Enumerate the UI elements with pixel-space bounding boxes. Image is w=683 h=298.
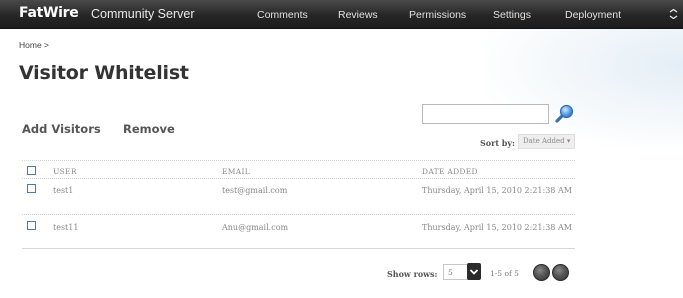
table-bottom-divider — [22, 248, 575, 249]
remove-button[interactable]: Remove — [123, 122, 175, 136]
table-top-divider — [22, 160, 575, 161]
rows-per-page-select[interactable]: 5 — [443, 264, 469, 280]
row-divider — [22, 214, 575, 215]
row-email: Anu@gmail.com — [222, 223, 289, 232]
header-divider — [22, 178, 575, 179]
column-header-email[interactable]: EMAIL — [222, 167, 250, 176]
column-header-date-added[interactable]: DATE ADDED — [422, 167, 478, 176]
nav-item-reviews[interactable]: Reviews — [338, 9, 378, 21]
row-checkbox[interactable] — [27, 184, 36, 193]
breadcrumb[interactable]: Home > — [19, 40, 49, 50]
top-nav-bar: FatWire Community Server Comments Review… — [0, 0, 683, 29]
previous-page-button[interactable] — [533, 264, 550, 281]
nav-item-comments[interactable]: Comments — [257, 9, 308, 21]
row-date: Thursday, April 15, 2010 2:21:38 AM — [422, 223, 572, 232]
select-all-checkbox[interactable] — [27, 166, 36, 175]
chevron-down-icon — [469, 269, 479, 275]
background-gloss — [483, 29, 683, 149]
brand-logo[interactable]: FatWire — [19, 5, 79, 21]
search-icon[interactable] — [553, 103, 575, 125]
product-name[interactable]: Community Server — [91, 7, 195, 21]
sort-by-select[interactable]: Date Added ▾ — [518, 134, 575, 149]
show-rows-label: Show rows: — [387, 269, 438, 279]
rows-dropdown-button[interactable] — [467, 263, 481, 280]
row-email: test@gmail.com — [222, 186, 288, 195]
nav-item-permissions[interactable]: Permissions — [409, 9, 466, 21]
pagination-range: 1-5 of 5 — [490, 269, 519, 278]
nav-more-icon[interactable] — [669, 9, 678, 19]
next-page-button[interactable] — [552, 264, 569, 281]
add-visitors-button[interactable]: Add Visitors — [22, 122, 101, 136]
nav-item-deployment[interactable]: Deployment — [565, 9, 621, 21]
search-input[interactable] — [422, 104, 549, 124]
row-user: test11 — [53, 223, 79, 232]
nav-item-settings[interactable]: Settings — [493, 9, 531, 21]
row-user: test1 — [53, 186, 74, 195]
row-checkbox[interactable] — [27, 221, 36, 230]
sort-by-label: Sort by: — [480, 138, 516, 148]
page-title: Visitor Whitelist — [19, 62, 189, 84]
column-header-user[interactable]: USER — [53, 167, 77, 176]
row-date: Thursday, April 15, 2010 2:21:38 AM — [422, 186, 572, 195]
